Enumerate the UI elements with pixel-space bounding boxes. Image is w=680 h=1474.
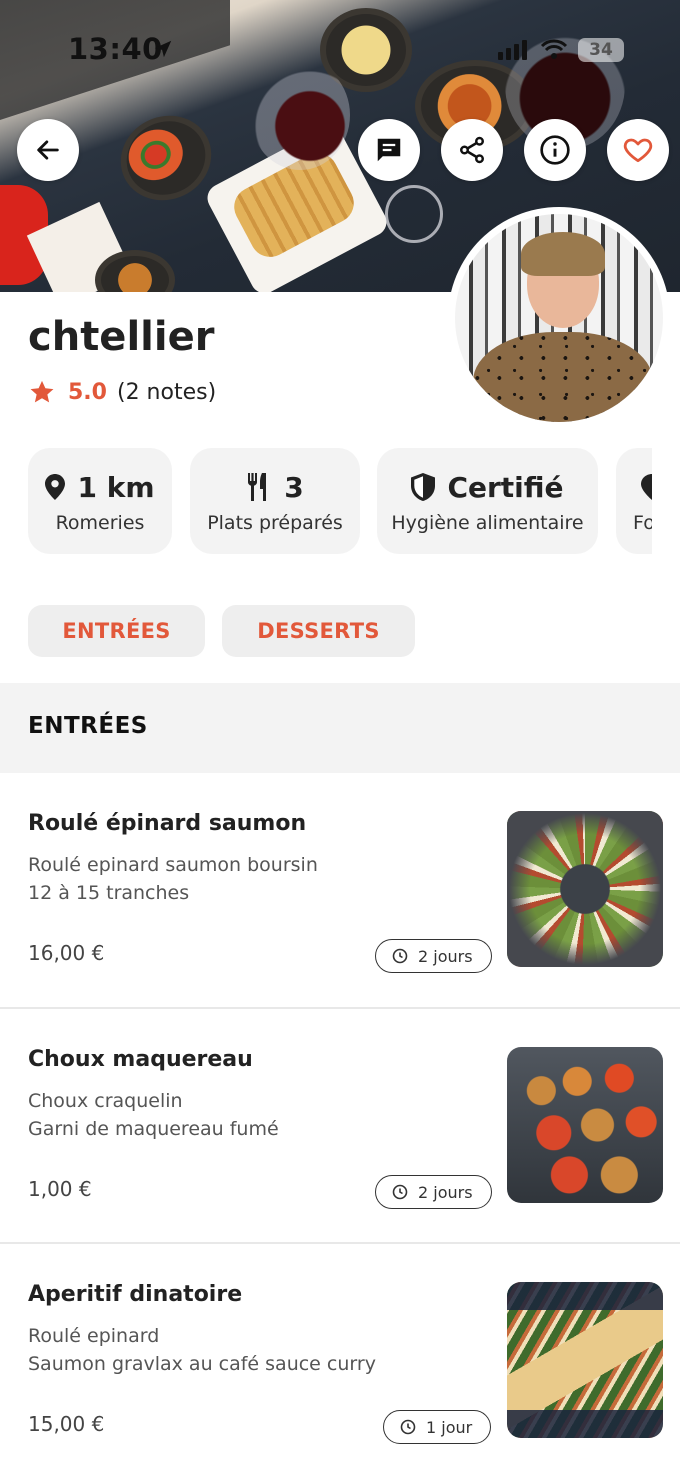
dish-price: 15,00 € (28, 1412, 105, 1436)
dish-description: Roulé epinard saumon boursin 12 à 15 tra… (28, 854, 318, 904)
tab-entrees[interactable]: ENTRÉES (28, 605, 205, 657)
wifi-icon (540, 39, 568, 59)
info-button[interactable] (524, 119, 586, 181)
stat-distance: 1 km Romeries (28, 448, 172, 554)
chat-icon (377, 138, 401, 162)
tab-desserts[interactable]: DESSERTS (222, 605, 415, 657)
dish-card[interactable]: Roulé épinard saumon Roulé epinard saumo… (0, 773, 680, 1008)
share-icon (460, 136, 484, 164)
dish-description: Roulé epinard Saumon gravlax au café sau… (28, 1325, 376, 1375)
clock-icon (392, 1184, 408, 1200)
status-bar: 13:40 34 (0, 0, 680, 100)
section-header: ENTRÉES (0, 683, 680, 773)
dish-title: Aperitif dinatoire (28, 1282, 243, 1307)
shield-icon (411, 473, 436, 501)
dish-title: Choux maquereau (28, 1047, 253, 1072)
dish-photo (507, 1047, 663, 1203)
dish-price: 16,00 € (28, 941, 105, 965)
section-title: ENTRÉES (28, 713, 148, 739)
preparation-delay-badge: 2 jours (375, 939, 492, 973)
star-icon (30, 380, 54, 403)
rating-count: (2 notes) (116, 379, 217, 405)
cutlery-icon (248, 473, 267, 501)
back-icon (37, 140, 59, 160)
dish-card[interactable]: Choux maquereau Choux craquelin Garni de… (0, 1009, 680, 1244)
dish-title: Roulé épinard saumon (28, 811, 307, 836)
cook-name: chtellier (28, 314, 215, 360)
battery-indicator: 34 (578, 38, 624, 62)
preparation-delay-badge: 1 jour (383, 1410, 492, 1444)
preparation-delay-badge: 2 jours (375, 1175, 492, 1209)
clock-icon (400, 1419, 416, 1435)
signal-icon (498, 40, 530, 60)
heart-icon (623, 138, 653, 163)
dish-photo (507, 811, 663, 967)
dish-description: Choux craquelin Garni de maquereau fumé (28, 1090, 279, 1140)
stat-partial: Fo (616, 448, 652, 554)
location-arrow-icon (154, 40, 172, 58)
favorite-button[interactable] (607, 119, 669, 181)
stats-carousel[interactable]: 1 km Romeries 3 Plats préparés Certifié … (28, 448, 652, 554)
chat-button[interactable] (358, 119, 420, 181)
share-button[interactable] (441, 119, 503, 181)
stat-dishes: 3 Plats préparés (190, 448, 360, 554)
avatar[interactable] (448, 207, 670, 429)
info-icon (540, 135, 570, 165)
partial-icon (641, 474, 652, 500)
dish-price: 1,00 € (28, 1177, 92, 1201)
clock-icon (392, 948, 408, 964)
dish-photo (507, 1282, 663, 1438)
status-time: 13:40 (68, 32, 163, 66)
location-pin-icon (45, 474, 66, 500)
stat-hygiene: Certifié Hygiène alimentaire (377, 448, 598, 554)
rating-score: 5.0 (68, 379, 107, 405)
dish-card[interactable]: Aperitif dinatoire Roulé epinard Saumon … (0, 1244, 680, 1474)
back-button[interactable] (17, 119, 79, 181)
rating[interactable]: 5.0 (2 notes) (28, 378, 216, 406)
